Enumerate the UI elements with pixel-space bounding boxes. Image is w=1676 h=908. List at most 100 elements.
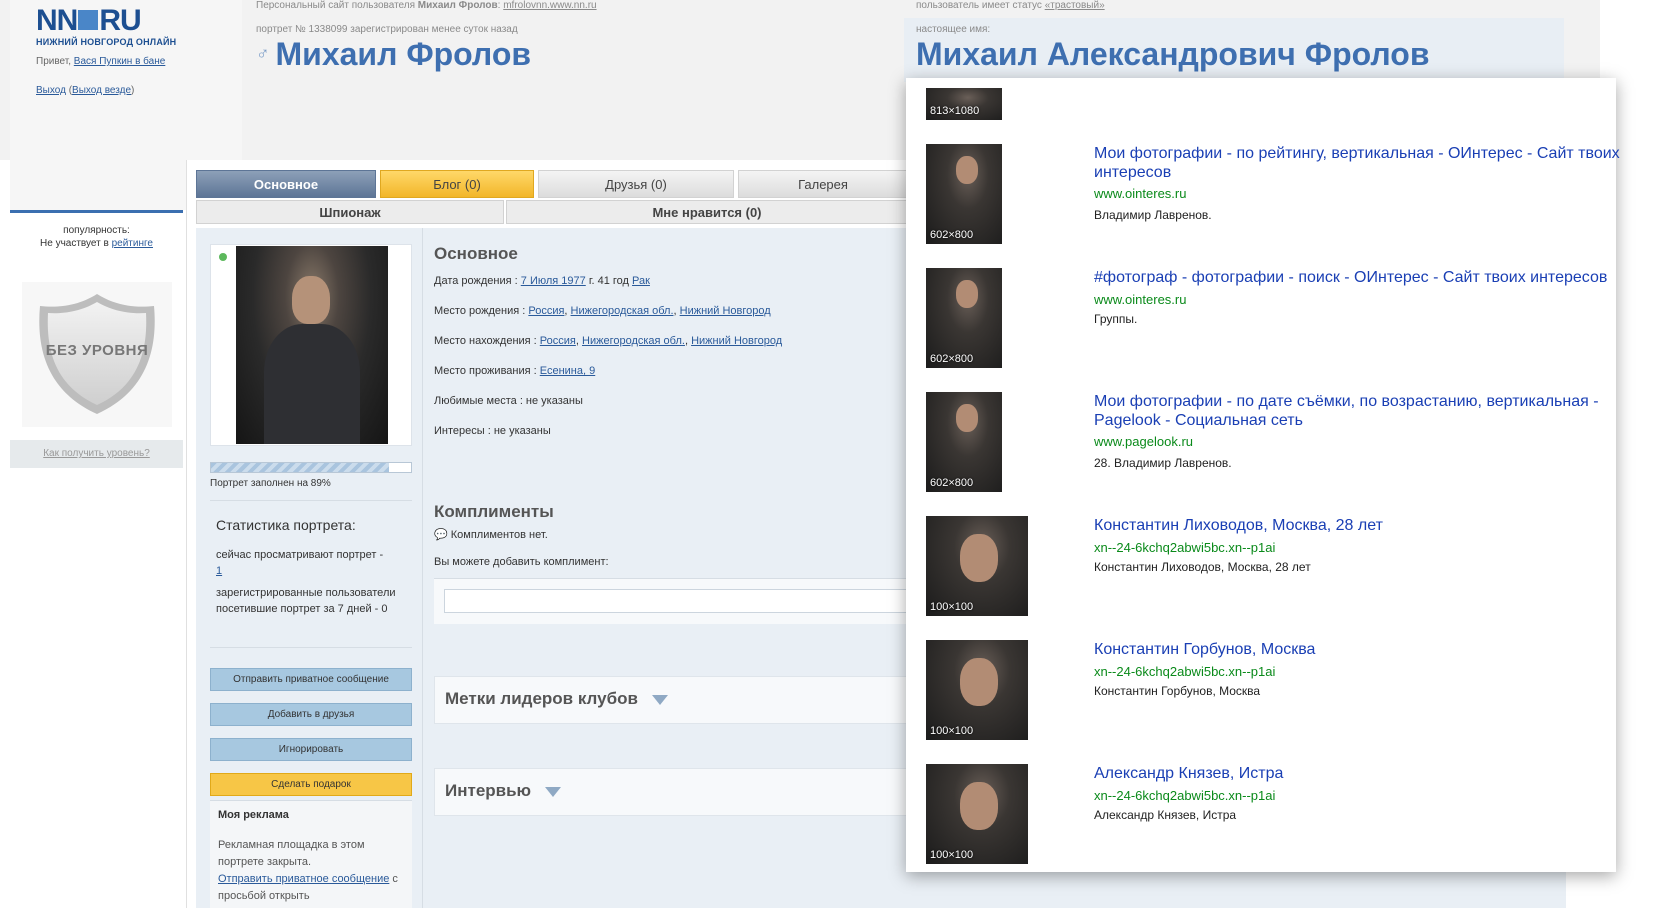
result-url[interactable]: www.ointeres.ru: [1094, 292, 1186, 307]
profile-photo-box: [210, 244, 412, 446]
speech-bubble-icon: 💬: [434, 529, 448, 541]
compliments-none: 💬 Комплиментов нет.: [434, 528, 548, 541]
result-description: Группы.: [1094, 312, 1138, 326]
site-logo[interactable]: NN RU НИЖНИЙ НОВГОРОД ОНЛАЙН: [36, 6, 186, 48]
result-title-link[interactable]: Мои фотографии - по рейтингу, вертикальн…: [1094, 144, 1624, 182]
popularity-label: популярность:: [63, 225, 130, 236]
result-title-link[interactable]: Мои фотографии - по дате съёмки, по возр…: [1094, 392, 1624, 430]
birthplace-city-link[interactable]: Нижний Новгород: [680, 305, 771, 317]
level-badge-text: БЕЗ УРОВНЯ: [45, 342, 149, 359]
thumbnail-face: [960, 658, 998, 706]
portrait-stats: Статистика портрета: сейчас просматриваю…: [210, 500, 412, 648]
portrait-fill-bar: [211, 463, 389, 472]
logout-area: Выход (Выход везде): [36, 85, 134, 96]
online-status-icon: [219, 253, 227, 261]
result-thumbnail[interactable]: 602×800: [926, 268, 1002, 368]
club-marks-title: Метки лидеров клубов: [445, 689, 638, 708]
rating-link[interactable]: рейтинге: [112, 238, 153, 249]
logout-all-link[interactable]: Выход везде: [72, 85, 131, 96]
favorite-places-row: Любимые места : не указаны: [434, 395, 583, 407]
thumbnail-size: 602×800: [930, 229, 974, 241]
user-link[interactable]: Вася Пупкин в бане: [74, 56, 166, 67]
result-thumbnail[interactable]: 100×100: [926, 640, 1028, 740]
compliment-input[interactable]: [444, 589, 944, 613]
tab-main[interactable]: Основное: [196, 170, 376, 198]
ad-title: Моя реклама: [218, 809, 289, 821]
add-friend-button[interactable]: Добавить в друзья: [210, 703, 412, 726]
left-divider: [10, 210, 183, 213]
interview-title: Интервью: [445, 781, 532, 800]
result-thumbnail[interactable]: 813×1080: [926, 88, 1002, 120]
status-line: пользователь имеет статус «трастовый»: [916, 0, 1105, 11]
my-ads-block: Моя реклама Рекламная площадка в этом по…: [210, 800, 412, 908]
ad-text-main: Рекламная площадка в этом портрете закры…: [218, 839, 365, 868]
personal-site-link[interactable]: mfrolovnn.www.nn.ru: [503, 0, 596, 11]
real-name-label: настоящее имя:: [916, 24, 991, 35]
result-title-link[interactable]: Константин Лиховодов, Москва, 28 лет: [1094, 516, 1624, 535]
tab-likes[interactable]: Мне нравится (0): [506, 200, 908, 224]
image-search-results: 813×1080 602×800 Мои фотографии - по рей…: [906, 78, 1620, 872]
residence-row: Место проживания : Есенина, 9: [434, 365, 595, 377]
status-link[interactable]: «трастовый»: [1045, 0, 1105, 11]
greeting-prefix: Привет,: [36, 56, 74, 67]
location-region-link[interactable]: Нижегородская обл.: [582, 335, 685, 347]
ad-private-message-link[interactable]: Отправить приватное сообщение: [218, 873, 389, 885]
popularity-prefix: Не участвует в: [40, 238, 112, 249]
residence-link[interactable]: Есенина, 9: [540, 365, 595, 377]
compliments-add-label: Вы можете добавить комплимент:: [434, 556, 609, 568]
profile-photo[interactable]: [236, 246, 388, 444]
level-badge: БЕЗ УРОВНЯ: [22, 282, 172, 427]
greeting: Привет, Вася Пупкин в бане: [36, 56, 165, 67]
thumbnail-size: 100×100: [930, 849, 974, 861]
viewing-now-count[interactable]: 1: [216, 565, 222, 577]
gift-button[interactable]: Сделать подарок: [210, 773, 412, 796]
how-to-level-link[interactable]: Как получить уровень?: [43, 448, 150, 459]
birthplace-label: Место рождения :: [434, 305, 529, 317]
interview-section[interactable]: Интервью: [434, 768, 954, 816]
stats-title: Статистика портрета:: [216, 517, 356, 533]
zodiac-link[interactable]: Рак: [632, 275, 650, 287]
viewing-now-text: сейчас просматривают портрет -: [216, 549, 384, 561]
logout-paren-close: ): [131, 85, 135, 96]
arrow-down-icon: [545, 787, 562, 797]
birth-label: Дата рождения :: [434, 275, 521, 287]
thumbnail-size: 100×100: [930, 725, 974, 737]
thumbnail-size: 100×100: [930, 601, 974, 613]
birth-date-link[interactable]: 7 Июля 1977: [521, 275, 586, 287]
private-message-button[interactable]: Отправить приватное сообщение: [210, 668, 412, 691]
result-title-link[interactable]: Александр Князев, Истра: [1094, 764, 1624, 783]
ignore-button[interactable]: Игнорировать: [210, 738, 412, 761]
interests-row: Интересы : не указаны: [434, 425, 551, 437]
result-description: Владимир Лавренов.: [1094, 208, 1212, 222]
location-country-link[interactable]: Россия: [540, 335, 576, 347]
tab-blog[interactable]: Блог (0): [380, 170, 534, 198]
birthplace-region-link[interactable]: Нижегородская обл.: [571, 305, 674, 317]
how-to-level: Как получить уровень?: [10, 440, 183, 468]
result-title-link[interactable]: #фотограф - фотографии - поиск - ОИнтере…: [1094, 268, 1624, 287]
thumbnail-size: 602×800: [930, 353, 974, 365]
tab-spying[interactable]: Шпионаж: [196, 200, 504, 224]
result-url[interactable]: www.ointeres.ru: [1094, 186, 1186, 201]
result-url[interactable]: xn--24-6kchq2abwi5bc.xn--p1ai: [1094, 788, 1275, 803]
result-title-link[interactable]: Константин Горбунов, Москва: [1094, 640, 1624, 659]
tab-friends[interactable]: Друзья (0): [538, 170, 734, 198]
result-thumbnail[interactable]: 100×100: [926, 764, 1028, 864]
club-marks-section[interactable]: Метки лидеров клубов: [434, 676, 954, 724]
interview-header: Интервью: [445, 781, 562, 801]
stats-visitors: зарегистрированные пользователи посетивш…: [216, 587, 396, 615]
location-city-link[interactable]: Нижний Новгород: [691, 335, 782, 347]
photo-figure-body: [264, 324, 360, 444]
birthplace-country-link[interactable]: Россия: [528, 305, 564, 317]
logo-subtitle: НИЖНИЙ НОВГОРОД ОНЛАЙН: [36, 37, 177, 47]
result-thumbnail[interactable]: 602×800: [926, 392, 1002, 492]
logout-link[interactable]: Выход: [36, 85, 66, 96]
result-url[interactable]: xn--24-6kchq2abwi5bc.xn--p1ai: [1094, 540, 1275, 555]
result-url[interactable]: xn--24-6kchq2abwi5bc.xn--p1ai: [1094, 664, 1275, 679]
result-thumbnail[interactable]: 602×800: [926, 144, 1002, 244]
popularity-status: Не участвует в рейтинге: [10, 237, 183, 250]
residence-label: Место проживания :: [434, 365, 540, 377]
result-url[interactable]: www.pagelook.ru: [1094, 434, 1193, 449]
personal-site-prefix: Персональный сайт пользователя: [256, 0, 418, 11]
result-thumbnail[interactable]: 100×100: [926, 516, 1028, 616]
tab-gallery[interactable]: Галерея: [738, 170, 908, 198]
